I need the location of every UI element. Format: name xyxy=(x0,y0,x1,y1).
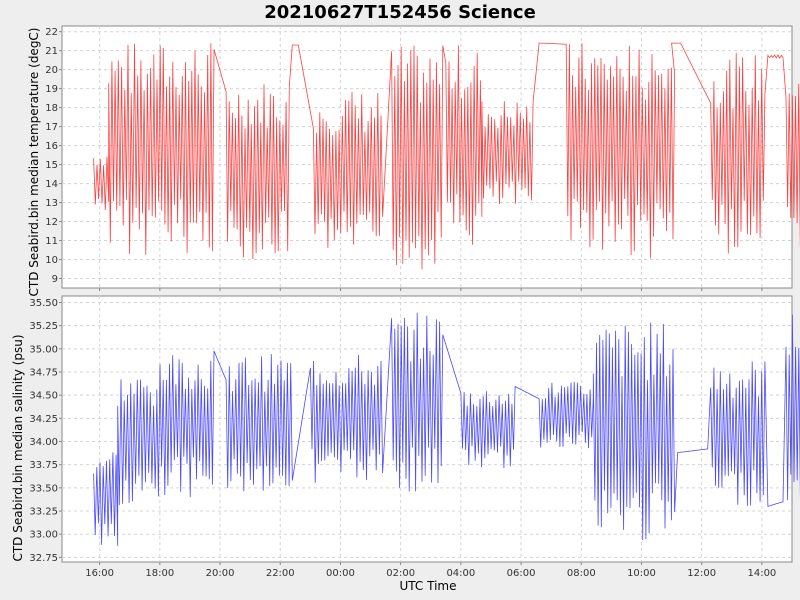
y-tick-label: 21 xyxy=(45,46,58,57)
x-tick-label: 16:00 xyxy=(85,568,114,579)
x-tick-label: 18:00 xyxy=(145,568,174,579)
y-tick-label: 19 xyxy=(45,84,58,95)
x-tick-label: 02:00 xyxy=(386,568,415,579)
x-tick-label: 06:00 xyxy=(507,568,536,579)
y-tick-label: 34.00 xyxy=(29,437,58,448)
x-tick-label: 22:00 xyxy=(266,568,295,579)
chart-title: 20210627T152456 Science xyxy=(264,2,536,23)
y-tick-label: 9 xyxy=(52,274,58,285)
y-tick-label: 12 xyxy=(45,217,58,228)
x-tick-label: 10:00 xyxy=(627,568,656,579)
x-tick-label: 20:00 xyxy=(206,568,235,579)
x-tick-label: 04:00 xyxy=(446,568,475,579)
chart-page: 20210627T152456 Science 9 10 11 12 13 14 15 16 1… xyxy=(0,0,800,600)
x-tick-label: 00:00 xyxy=(326,568,355,579)
salinity-y-axis-label: CTD Seabird.bin median salinity (psu) xyxy=(11,334,25,561)
chart-svg: 20210627T152456 Science 9 10 11 12 13 14 15 16 1… xyxy=(11,2,800,593)
y-tick-label: 17 xyxy=(45,122,58,133)
y-tick-label: 33.25 xyxy=(29,507,58,518)
x-axis-label: UTC Time xyxy=(400,579,457,593)
y-tick-label: 34.75 xyxy=(29,368,58,379)
y-tick-label: 35.00 xyxy=(29,344,58,355)
y-tick-label: 11 xyxy=(45,236,58,247)
temperature-y-axis-label: CTD Seabird.bin median temperature (degC… xyxy=(27,28,41,297)
y-tick-label: 18 xyxy=(45,103,58,114)
y-tick-label: 10 xyxy=(45,255,58,266)
y-tick-label: 32.75 xyxy=(29,553,58,564)
y-tick-label: 33.00 xyxy=(29,530,58,541)
y-tick-label: 16 xyxy=(45,141,58,152)
y-tick-label: 34.50 xyxy=(29,391,58,402)
temperature-panel: 9 10 11 12 13 14 15 16 17 18 19 20 21 22 xyxy=(45,25,800,291)
salinity-panel: 32.75 33.00 33.25 33.50 33.75 34.00 34.25 34.50… xyxy=(29,295,800,579)
x-tick-label: 12:00 xyxy=(687,568,716,579)
y-tick-label: 35.25 xyxy=(29,321,58,332)
y-tick-label: 20 xyxy=(45,65,58,76)
y-tick-label: 14 xyxy=(45,179,58,190)
y-tick-label: 35.50 xyxy=(29,298,58,309)
y-tick-label: 13 xyxy=(45,198,58,209)
y-tick-label: 33.75 xyxy=(29,460,58,471)
x-tick-label: 08:00 xyxy=(567,568,596,579)
x-tick-label: 14:00 xyxy=(747,568,776,579)
y-tick-label: 33.50 xyxy=(29,483,58,494)
y-tick-label: 34.25 xyxy=(29,414,58,425)
y-tick-label: 15 xyxy=(45,160,58,171)
y-tick-label: 22 xyxy=(45,27,58,38)
plot-area xyxy=(61,25,793,289)
